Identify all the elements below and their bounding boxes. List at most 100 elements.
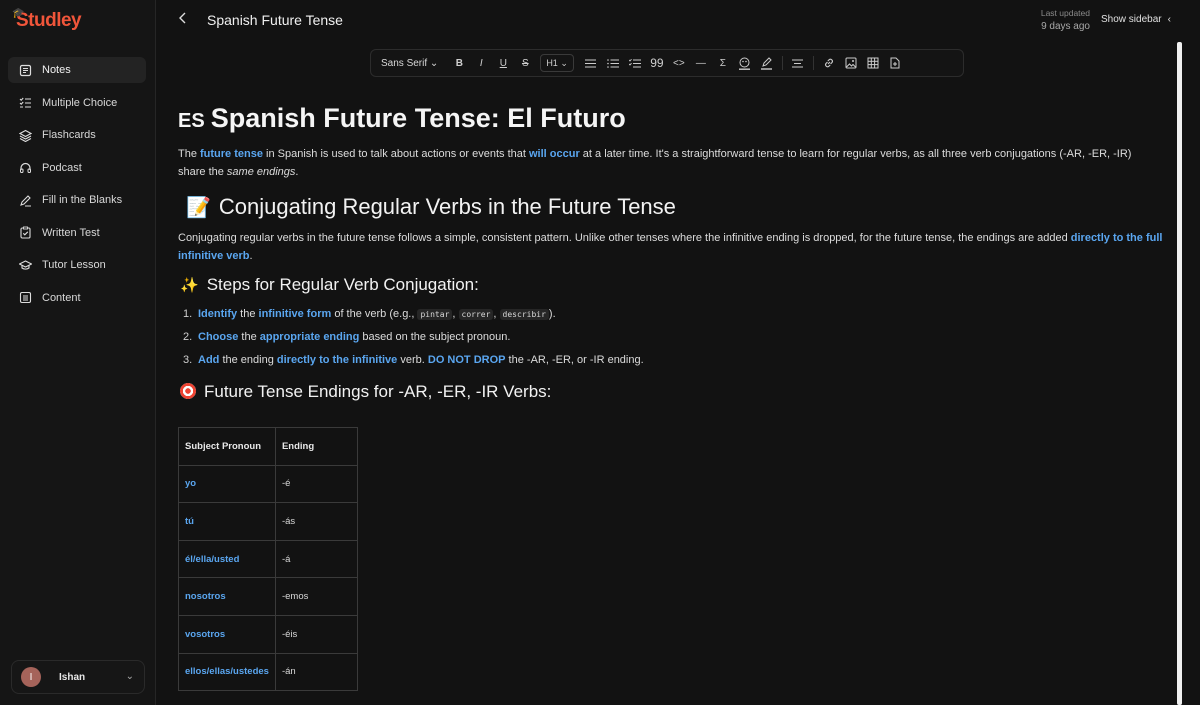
align-list-icon[interactable] xyxy=(580,54,602,72)
sidebar-item-multiple-choice[interactable]: Multiple Choice xyxy=(8,90,146,116)
text-color-icon[interactable] xyxy=(734,54,756,72)
list-item: 1. Identify the infinitive form of the ve… xyxy=(183,305,644,328)
show-sidebar-button[interactable]: Show sidebar ‹ xyxy=(1101,14,1171,25)
text-run: verb. xyxy=(397,354,428,366)
text-run: , xyxy=(452,308,459,320)
attachment-icon[interactable] xyxy=(884,54,906,72)
heading-2: 📝 Conjugating Regular Verbs in the Future… xyxy=(186,194,676,220)
underline-button[interactable]: U xyxy=(492,54,514,72)
ordered-list-icon[interactable] xyxy=(602,54,624,72)
font-family-value: Sans Serif xyxy=(381,57,428,69)
intro-paragraph: The future tense in Spanish is used to t… xyxy=(178,145,1158,181)
sidebar-item-label: Content xyxy=(42,291,81,304)
text-run: . xyxy=(295,166,299,178)
sidebar-nav: Notes Multiple Choice Flashcards Podcast… xyxy=(8,57,146,317)
image-icon[interactable] xyxy=(840,54,862,72)
layers-icon xyxy=(18,128,32,142)
last-updated: Last updated 9 days ago xyxy=(1028,8,1090,32)
user-menu[interactable]: I Ishan ⌄ xyxy=(11,660,145,694)
list-item: 2. Choose the appropriate ending based on… xyxy=(183,328,644,351)
sidebar-item-flashcards[interactable]: Flashcards xyxy=(8,122,146,148)
highlight-text: directly to the infinitive xyxy=(276,354,398,366)
page-title: Spanish Future Tense xyxy=(207,12,343,28)
list-item: 3. Add the ending directly to the infinit… xyxy=(183,351,644,374)
table-cell-ending: -ás xyxy=(274,502,358,541)
chevron-left-icon: ‹ xyxy=(1167,14,1171,25)
sidebar-item-label: Written Test xyxy=(42,226,100,239)
heading-value: H1 xyxy=(546,58,558,68)
sidebar-item-content[interactable]: Content xyxy=(8,285,146,311)
bold-button[interactable]: B xyxy=(448,54,470,72)
user-name: Ishan xyxy=(59,671,86,683)
text-run: Conjugating regular verbs in the future … xyxy=(178,232,1071,244)
text-run: , xyxy=(493,308,500,320)
horizontal-rule-icon[interactable]: — xyxy=(690,54,712,72)
sidebar-item-notes[interactable]: Notes xyxy=(8,57,146,83)
highlight-text: will occur xyxy=(528,148,580,160)
table-cell-pronoun: vosotros xyxy=(178,614,276,654)
emphasis-text: same endings xyxy=(226,166,296,178)
table-cell-pronoun: tú xyxy=(178,502,276,541)
list-number: 1. xyxy=(183,308,193,320)
text-run: the ending xyxy=(219,354,277,366)
avatar: I xyxy=(21,667,41,687)
align-icon[interactable] xyxy=(787,54,809,72)
back-chevron-icon[interactable] xyxy=(178,11,192,29)
steps-list: 1. Identify the infinitive form of the ve… xyxy=(183,305,644,374)
list-number: 2. xyxy=(183,331,193,343)
last-updated-label: Last updated xyxy=(1040,8,1090,18)
memo-icon: 📝 xyxy=(186,197,211,219)
sidebar-item-tutor-lesson[interactable]: Tutor Lesson xyxy=(8,252,146,278)
studley-logo[interactable]: 🎓 Studley xyxy=(12,8,82,32)
heading-1: ES Spanish Future Tense: El Futuro xyxy=(178,103,626,134)
link-icon[interactable] xyxy=(818,54,840,72)
text-run: the xyxy=(237,308,259,320)
table-cell-ending: -á xyxy=(274,539,358,579)
list-number: 3. xyxy=(183,354,193,366)
sidebar-item-label: Notes xyxy=(42,64,71,76)
sidebar-item-podcast[interactable]: Podcast xyxy=(8,155,146,181)
highlight-icon[interactable] xyxy=(756,54,778,72)
formula-sigma-icon[interactable]: Σ xyxy=(712,54,734,72)
graduation-hat-icon: 🎓 xyxy=(12,8,24,19)
table-icon[interactable] xyxy=(862,54,884,72)
highlight-text: DO NOT DROP xyxy=(427,354,506,366)
text-run: ). xyxy=(548,308,556,320)
font-family-select[interactable]: Sans Serif ⌄ xyxy=(381,54,438,72)
table-row: vosotros -éis xyxy=(178,614,358,654)
table-cell-pronoun: él/ella/usted xyxy=(178,539,276,579)
quote-icon[interactable]: 99 xyxy=(646,54,668,72)
heading-select[interactable]: H1 ⌄ xyxy=(540,54,574,72)
strikethrough-button[interactable]: S xyxy=(514,54,536,72)
heading-4: Future Tense Endings for -AR, -ER, -IR V… xyxy=(180,382,551,402)
sidebar-item-label: Multiple Choice xyxy=(42,96,118,109)
sidebar-item-written-test[interactable]: Written Test xyxy=(8,220,146,246)
table-row: ellos/ellas/ustedes -án xyxy=(178,652,358,692)
table-row: nosotros -emos xyxy=(178,577,358,616)
italic-button[interactable]: I xyxy=(470,54,492,72)
highlight-text: appropriate ending xyxy=(259,331,360,343)
endings-table: Subject Pronoun Ending yo -é tú -ás él/e… xyxy=(178,427,358,692)
document-icon xyxy=(18,291,32,305)
table-cell-ending: -emos xyxy=(274,577,358,616)
clipboard-check-icon xyxy=(18,226,32,240)
scrollbar[interactable] xyxy=(1177,42,1182,705)
heading-2-text: Conjugating Regular Verbs in the Future … xyxy=(218,194,676,219)
headphones-icon xyxy=(18,161,32,175)
sidebar-item-fill-in-the-blanks[interactable]: Fill in the Blanks xyxy=(8,187,146,213)
sidebar: 🎓 Studley Notes Multiple Choice Flashcard… xyxy=(0,0,156,705)
table-cell-ending: -án xyxy=(274,652,358,692)
table-cell-ending: -é xyxy=(274,464,358,504)
table-row: él/ella/usted -á xyxy=(178,539,358,579)
list-check-icon xyxy=(18,96,32,110)
table-row: tú -ás xyxy=(178,502,358,541)
table-header: Ending xyxy=(274,427,358,466)
highlight-text: Choose xyxy=(198,331,239,343)
checklist-icon[interactable] xyxy=(624,54,646,72)
sparkles-icon: ✨ xyxy=(180,277,199,294)
highlight-text: Identify xyxy=(198,308,238,320)
logo-text: Studley xyxy=(16,10,82,31)
code-icon[interactable]: <> xyxy=(668,54,690,72)
heading-4-text: Future Tense Endings for -AR, -ER, -IR V… xyxy=(204,382,552,401)
inline-code: correr xyxy=(458,309,494,320)
